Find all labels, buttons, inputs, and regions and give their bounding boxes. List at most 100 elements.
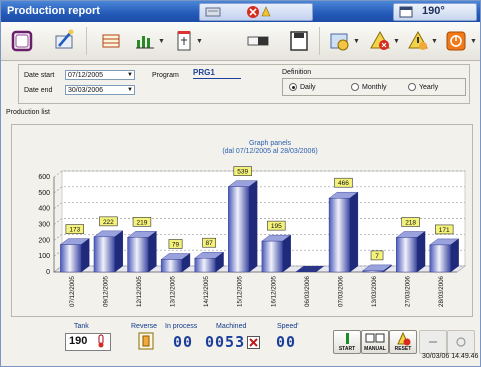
print-button[interactable] <box>171 28 197 54</box>
bar[interactable] <box>396 237 418 273</box>
bar-side <box>416 231 426 273</box>
data-label: 195 <box>271 223 282 230</box>
print-dropdown-arrow[interactable]: ▼ <box>196 38 203 45</box>
date-end-field[interactable]: 30/03/2006 ▼ <box>65 85 135 95</box>
bar-side <box>81 238 90 273</box>
x-tick-label: 07/12/2005 <box>69 275 76 307</box>
radio-monthly[interactable]: Monthly <box>351 83 387 91</box>
chart-button[interactable] <box>132 28 158 54</box>
date-start-dropdown-icon[interactable]: ▼ <box>126 71 134 79</box>
export-button[interactable] <box>51 28 77 54</box>
document-arrow-icon <box>177 31 191 51</box>
chart-panel: 0 100 200 300 400 500 600 Graph panels (dal 07/1… <box>11 124 473 317</box>
alarm-button[interactable] <box>367 28 393 54</box>
cancel-x-icon[interactable] <box>247 336 260 349</box>
manual-button[interactable]: MANUAL <box>361 330 389 354</box>
bar-side <box>450 238 459 273</box>
warning-dropdown-arrow[interactable]: ▼ <box>431 38 438 45</box>
bar[interactable] <box>194 258 216 273</box>
x-tick-label: 27/03/2006 <box>405 275 412 307</box>
radio-yearly-label: Yearly <box>419 83 439 91</box>
bar[interactable] <box>429 244 451 273</box>
clock-panel: 190° <box>393 3 477 21</box>
in-process-value: 00 <box>173 333 194 351</box>
program-field[interactable]: PRG1 <box>193 68 241 79</box>
bar[interactable] <box>261 240 283 273</box>
chart-subtitle: (dal 07/12/2005 al 28/03/2006) <box>222 148 317 155</box>
window-title: Production report <box>7 5 100 17</box>
bar[interactable] <box>127 237 149 273</box>
production-list-label: Production list <box>6 109 50 116</box>
date-start-field[interactable]: 07/12/2005 ▼ <box>65 70 135 80</box>
magic-wand-icon <box>55 29 74 49</box>
data-label: 171 <box>439 227 450 234</box>
data-label: 222 <box>103 219 114 226</box>
table-icon <box>102 34 120 48</box>
power-dropdown-arrow[interactable]: ▼ <box>470 38 477 45</box>
data-label: 173 <box>69 227 80 234</box>
filter-panel: Date start 07/12/2005 ▼ Date end 30/03/2… <box>18 64 470 104</box>
definition-group: Daily Monthly Yearly <box>282 78 466 96</box>
y-tick-label: 400 <box>38 206 50 213</box>
radio-daily-label: Daily <box>300 83 316 91</box>
radio-daily[interactable]: Daily <box>289 83 316 91</box>
tank-value: 190 <box>69 335 88 347</box>
alarm-dropdown-arrow[interactable]: ▼ <box>393 38 400 45</box>
disabled-button-1[interactable] <box>419 330 447 354</box>
bar[interactable] <box>228 186 250 273</box>
data-label: 87 <box>206 240 214 247</box>
x-tick-label: 09/12/2005 <box>102 275 109 307</box>
start-icon <box>346 333 349 344</box>
settings-button[interactable] <box>327 28 353 54</box>
speed-value: 00 <box>276 333 297 351</box>
alarm-icon <box>370 30 390 50</box>
x-tick-label: 13/03/2006 <box>371 275 378 307</box>
data-label: 79 <box>172 241 180 248</box>
reset-button[interactable]: RESET <box>389 330 417 354</box>
reverse-icon <box>138 332 154 350</box>
keyboard-icon <box>205 7 221 17</box>
bar[interactable] <box>160 259 183 273</box>
speed-label: Speed' <box>277 323 299 330</box>
floppy-disk-icon <box>290 31 308 51</box>
x-tick-label: 06/03/2006 <box>304 275 311 307</box>
table-button[interactable] <box>98 28 124 54</box>
bar[interactable] <box>362 270 384 273</box>
power-button[interactable] <box>443 28 469 54</box>
data-label: 7 <box>375 253 379 260</box>
start-button[interactable]: START <box>333 330 361 354</box>
bar[interactable] <box>328 198 351 273</box>
frame-button[interactable] <box>9 28 35 54</box>
radio-yearly[interactable]: Yearly <box>408 83 438 91</box>
settings-dropdown-arrow[interactable]: ▼ <box>353 38 360 45</box>
thermometer-icon <box>98 334 104 348</box>
chart-dropdown-arrow[interactable]: ▼ <box>158 38 165 45</box>
radio-selected-icon <box>289 83 297 91</box>
toolbar-separator <box>319 27 320 55</box>
warning-button[interactable] <box>405 28 431 54</box>
save-button[interactable] <box>286 28 312 54</box>
program-label: Program <box>152 72 179 79</box>
disabled-button-2[interactable] <box>447 330 475 354</box>
x-tick-label: 15/12/2005 <box>237 275 244 307</box>
radio-empty-icon <box>408 83 416 91</box>
tank-label: Tank <box>74 323 89 330</box>
bar[interactable] <box>93 236 115 273</box>
data-label: 466 <box>338 180 349 187</box>
data-label: 218 <box>405 219 416 226</box>
date-end-label: Date end <box>24 87 53 94</box>
definition-label: Definition <box>282 69 312 76</box>
chart-title: Graph panels <box>249 140 292 147</box>
frame-icon <box>11 30 33 52</box>
date-end-dropdown-icon[interactable]: ▼ <box>126 86 134 94</box>
radio-empty-icon <box>351 83 359 91</box>
error-icon <box>247 6 259 18</box>
tank-display: 190 <box>65 333 111 351</box>
x-tick-label: 28/03/2006 <box>438 275 445 307</box>
reset-icon <box>397 331 411 346</box>
bar[interactable] <box>60 244 82 273</box>
radio-monthly-label: Monthly <box>362 83 387 91</box>
toggle-button[interactable] <box>245 28 271 54</box>
warning-hand-icon <box>261 6 271 17</box>
machined-value: 0053 <box>205 333 246 351</box>
